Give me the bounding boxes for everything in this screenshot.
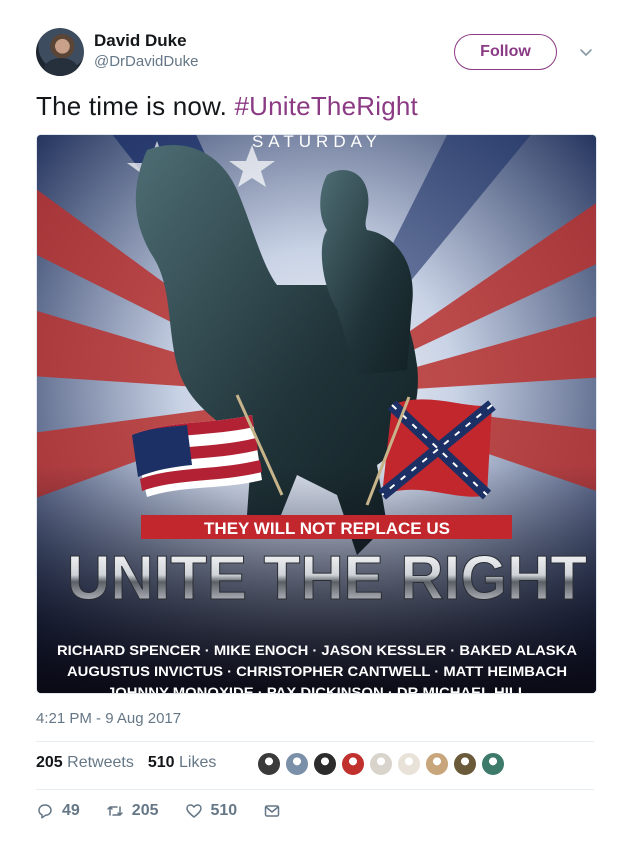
reply-count: 49 <box>62 802 80 819</box>
follow-button[interactable]: Follow <box>454 34 557 70</box>
liker-avatars <box>257 752 505 776</box>
liker-avatar[interactable] <box>481 752 505 776</box>
tweet-image[interactable]: SATURDAY THEY WILL NOT REPLACE US UNITE … <box>36 134 597 694</box>
retweet-count: 205 <box>131 802 159 819</box>
image-speakers-line-1: RICHARD SPENCER · MIKE ENOCH · JASON KES… <box>57 642 577 658</box>
message-button[interactable] <box>263 802 281 820</box>
liker-avatar[interactable] <box>369 752 393 776</box>
reply-button[interactable]: 49 <box>36 802 80 820</box>
heart-icon <box>185 804 202 818</box>
liker-avatar[interactable] <box>313 752 337 776</box>
retweets-label: Retweets <box>67 754 134 771</box>
tweet-actions: 49 205 510 <box>36 802 307 820</box>
liker-avatar[interactable] <box>341 752 365 776</box>
avatar[interactable] <box>36 28 84 76</box>
liker-avatar[interactable] <box>285 752 309 776</box>
display-name[interactable]: David Duke <box>94 31 187 51</box>
image-headline: UNITE THE RIGHT <box>67 544 587 613</box>
retweet-icon <box>107 806 123 816</box>
liker-avatar[interactable] <box>425 752 449 776</box>
hashtag-link[interactable]: #UniteTheRight <box>234 91 417 121</box>
likes-label: Likes <box>179 754 217 771</box>
liker-avatar[interactable] <box>453 752 477 776</box>
tweet-timestamp[interactable]: 4:21 PM - 9 Aug 2017 <box>36 710 181 727</box>
image-banner-text: THEY WILL NOT REPLACE US <box>204 519 450 538</box>
like-button[interactable]: 510 <box>185 802 238 820</box>
tweet-stats: 205 Retweets 510 Likes <box>36 754 216 772</box>
likes-count: 510 <box>147 754 175 771</box>
retweets-stat[interactable]: 205 Retweets <box>36 754 134 772</box>
liker-avatar[interactable] <box>397 752 421 776</box>
divider <box>36 741 594 742</box>
chevron-down-icon[interactable] <box>576 42 596 62</box>
liker-avatar[interactable] <box>257 752 281 776</box>
image-speakers-line-2: AUGUSTUS INVICTUS · CHRISTOPHER CANTWELL… <box>67 663 567 679</box>
image-speakers-line-3: JOHNNY MONOXIDE · PAX DICKINSON · DR MIC… <box>107 684 527 694</box>
tweet-text: The time is now. #UniteTheRight <box>36 91 418 122</box>
divider <box>36 789 594 790</box>
like-count: 510 <box>210 802 238 819</box>
image-top-text: SATURDAY <box>252 135 382 151</box>
tweet-header: David Duke @DrDavidDuke Follow <box>36 28 596 80</box>
retweets-count: 205 <box>36 754 63 771</box>
reply-icon <box>38 804 52 819</box>
retweet-button[interactable]: 205 <box>106 802 159 820</box>
user-handle[interactable]: @DrDavidDuke <box>94 53 198 70</box>
tweet-body: The time is now. <box>36 91 235 121</box>
mail-icon <box>264 805 280 817</box>
likes-stat[interactable]: 510 Likes <box>148 754 217 772</box>
